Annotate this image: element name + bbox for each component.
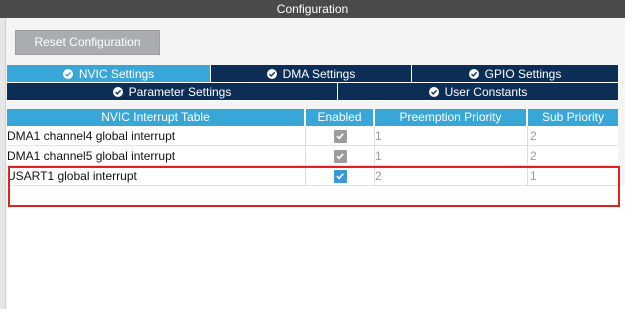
header-nvic-interrupt-table[interactable]: NVIC Interrupt Table bbox=[7, 109, 306, 126]
tab-label: Parameter Settings bbox=[128, 84, 232, 99]
enabled-checkbox[interactable] bbox=[333, 149, 347, 163]
tab-label: User Constants bbox=[444, 84, 528, 99]
reset-configuration-button[interactable]: Reset Configuration bbox=[15, 30, 160, 55]
tab-dma-settings[interactable]: DMA Settings bbox=[211, 65, 412, 83]
check-circle-icon bbox=[62, 68, 73, 79]
header-sub-priority[interactable]: Sub Priority bbox=[528, 109, 618, 126]
check-circle-icon bbox=[428, 86, 439, 97]
tab-label: GPIO Settings bbox=[484, 66, 562, 81]
table-row[interactable]: DMA1 channel5 global interrupt 1 2 bbox=[7, 146, 618, 166]
enabled-cell bbox=[306, 126, 375, 146]
tab-gpio-settings[interactable]: GPIO Settings bbox=[412, 65, 618, 83]
header-preemption-priority[interactable]: Preemption Priority bbox=[375, 109, 528, 126]
interrupt-name: DMA1 channel5 global interrupt bbox=[7, 146, 306, 166]
check-circle-icon bbox=[266, 68, 277, 79]
header-enabled[interactable]: Enabled bbox=[306, 109, 375, 126]
highlight-annotation bbox=[8, 166, 620, 207]
check-circle-icon bbox=[112, 86, 123, 97]
enabled-checkbox[interactable] bbox=[333, 129, 347, 143]
check-circle-icon bbox=[468, 68, 479, 79]
table-header-row: NVIC Interrupt Table Enabled Preemption … bbox=[7, 109, 618, 126]
enabled-cell bbox=[306, 146, 375, 166]
tab-parameter-settings[interactable]: Parameter Settings bbox=[7, 83, 338, 101]
window-title: Configuration bbox=[0, 0, 625, 18]
left-scroll-strip bbox=[0, 18, 6, 309]
sub-priority-value[interactable]: 2 bbox=[528, 126, 618, 146]
table-row[interactable]: DMA1 channel4 global interrupt 1 2 bbox=[7, 126, 618, 146]
checkmark-icon bbox=[336, 133, 344, 140]
tab-user-constants[interactable]: User Constants bbox=[338, 83, 618, 101]
tab-nvic-settings[interactable]: NVIC Settings bbox=[7, 65, 211, 83]
preemption-priority-value[interactable]: 1 bbox=[375, 146, 528, 166]
tab-label: DMA Settings bbox=[282, 66, 356, 81]
interrupt-name: DMA1 channel4 global interrupt bbox=[7, 126, 306, 146]
preemption-priority-value[interactable]: 1 bbox=[375, 126, 528, 146]
sub-priority-value[interactable]: 2 bbox=[528, 146, 618, 166]
tab-label: NVIC Settings bbox=[78, 66, 155, 81]
checkmark-icon bbox=[336, 153, 344, 160]
